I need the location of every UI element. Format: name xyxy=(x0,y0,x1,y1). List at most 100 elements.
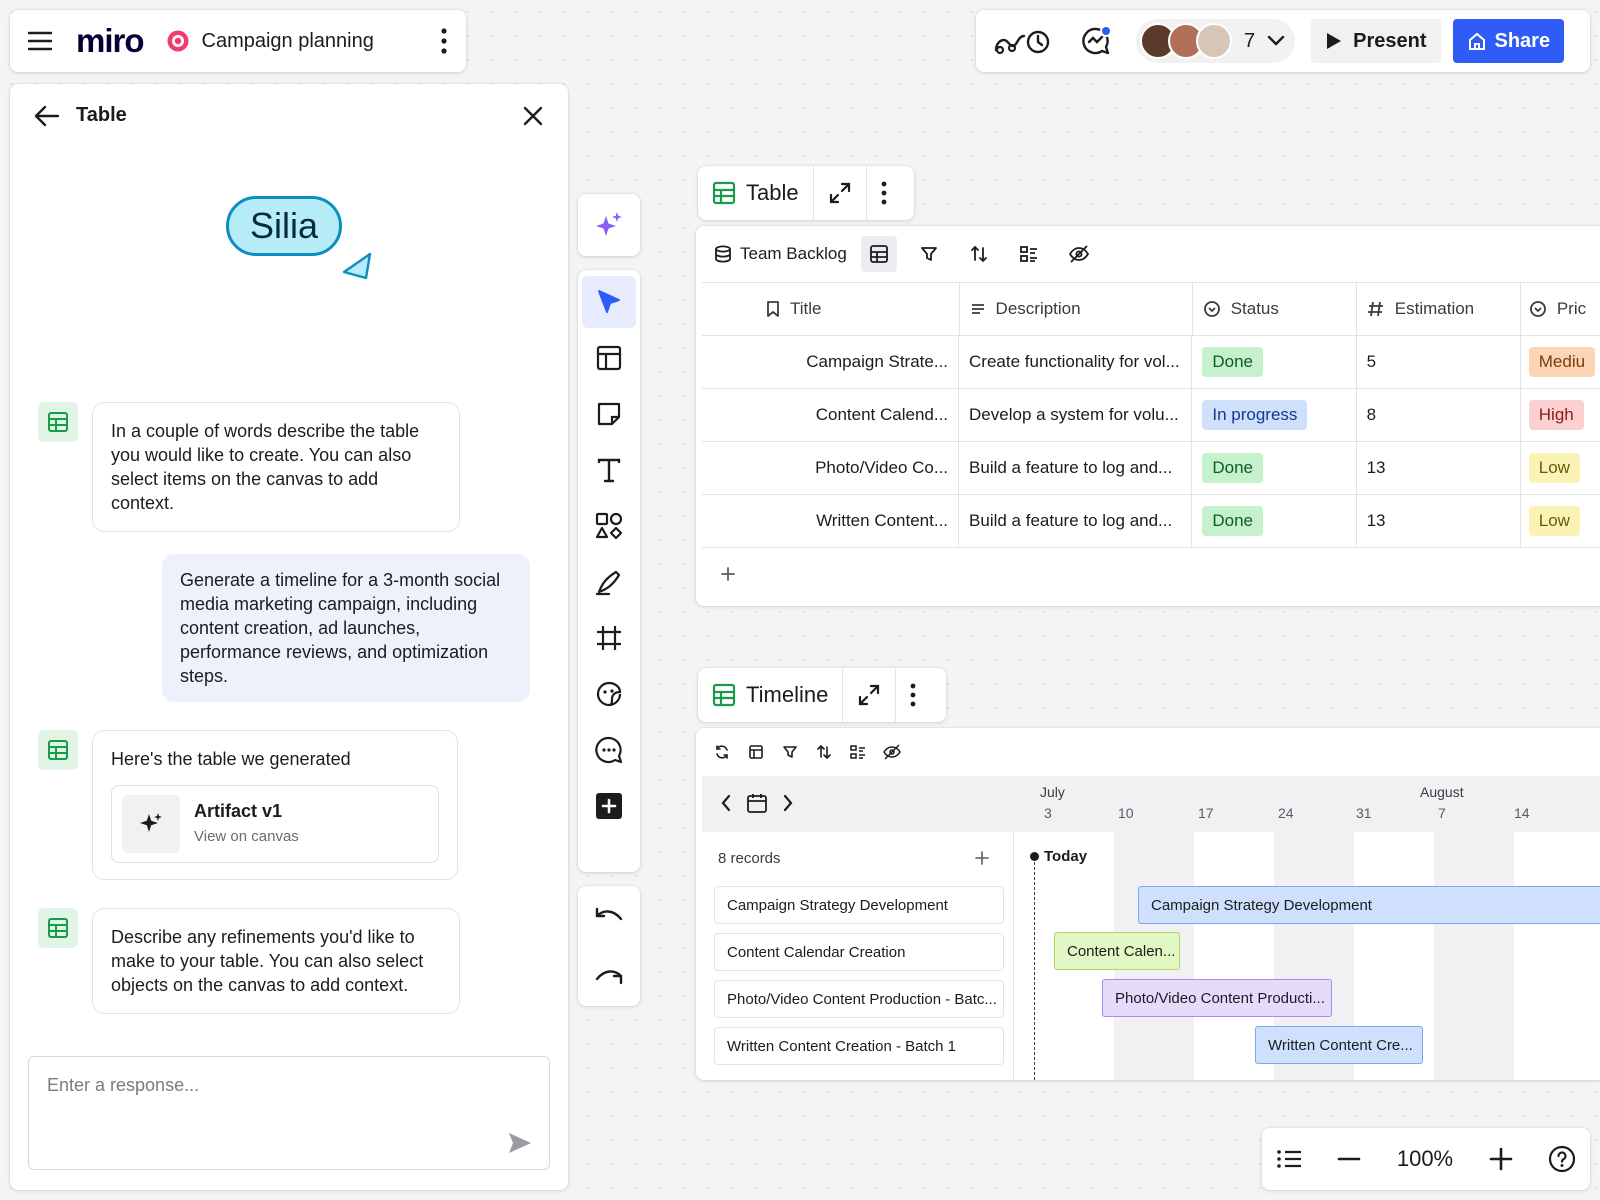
avatar[interactable] xyxy=(1196,23,1232,59)
chevron-right-icon[interactable] xyxy=(782,794,794,812)
cell-description[interactable]: Create functionality for vol... xyxy=(959,336,1193,388)
cell-description[interactable]: Build a feature to log and... xyxy=(959,442,1193,494)
group-icon[interactable] xyxy=(846,740,870,764)
board-name[interactable]: Campaign planning xyxy=(202,30,374,53)
back-arrow-icon[interactable] xyxy=(34,105,60,127)
table-widget-title[interactable]: Table xyxy=(698,166,814,220)
board-more-icon[interactable] xyxy=(440,28,448,54)
cell-estimation[interactable]: 13 xyxy=(1357,495,1521,547)
column-header-estimation[interactable]: Estimation xyxy=(1357,283,1521,335)
cell-status[interactable]: Done xyxy=(1192,495,1357,547)
timeline-bar[interactable]: Written Content Cre... xyxy=(1255,1026,1423,1064)
calendar-icon[interactable] xyxy=(746,792,768,814)
pen-tool[interactable] xyxy=(582,556,636,608)
table-more-icon[interactable] xyxy=(867,166,901,220)
cell-estimation[interactable]: 5 xyxy=(1357,336,1521,388)
cell-estimation[interactable]: 13 xyxy=(1357,442,1521,494)
group-icon[interactable] xyxy=(1011,236,1047,272)
cell-title[interactable]: Content Calend... xyxy=(702,389,960,441)
zoom-out-icon[interactable] xyxy=(1337,1157,1361,1161)
sticky-note-tool[interactable] xyxy=(582,388,636,440)
cell-priority[interactable]: Low xyxy=(1521,442,1600,494)
more-apps-tool[interactable] xyxy=(582,780,636,832)
table-row[interactable]: Content Calend... Develop a system for v… xyxy=(702,389,1600,442)
zoom-level[interactable]: 100% xyxy=(1397,1146,1453,1172)
expand-icon[interactable] xyxy=(843,668,897,722)
record-item[interactable]: Campaign Strategy Development xyxy=(714,886,1004,924)
reactions-icon[interactable] xyxy=(992,26,1052,56)
timeline-widget-title[interactable]: Timeline xyxy=(698,668,844,722)
cell-status[interactable]: In progress xyxy=(1192,389,1357,441)
hide-fields-icon[interactable] xyxy=(880,740,904,764)
collaborator-count: 7 xyxy=(1244,29,1256,52)
chevron-left-icon[interactable] xyxy=(720,794,732,812)
add-row-button[interactable] xyxy=(702,548,1600,600)
refresh-icon[interactable] xyxy=(710,740,734,764)
cell-title[interactable]: Campaign Strate... xyxy=(702,336,960,388)
list-icon[interactable] xyxy=(1276,1148,1302,1170)
frame-tool[interactable] xyxy=(582,612,636,664)
artifact-card[interactable]: Artifact v1 View on canvas xyxy=(111,785,439,863)
cell-description[interactable]: Build a feature to log and... xyxy=(959,495,1193,547)
collaborator-avatars[interactable]: 7 xyxy=(1136,19,1296,63)
help-icon[interactable] xyxy=(1548,1145,1576,1173)
cell-status[interactable]: Done xyxy=(1192,442,1357,494)
record-item[interactable]: Written Content Creation - Batch 1 xyxy=(714,1027,1004,1065)
undo-tool[interactable] xyxy=(582,892,636,944)
column-header-status[interactable]: Status xyxy=(1193,283,1357,335)
cell-title[interactable]: Written Content... xyxy=(702,495,960,547)
main-menu-icon[interactable] xyxy=(28,31,52,51)
status-icon xyxy=(1203,301,1220,317)
zoom-in-icon[interactable] xyxy=(1489,1147,1513,1171)
timeline-bar[interactable]: Campaign Strategy Development xyxy=(1138,886,1600,924)
miro-logo[interactable]: miro xyxy=(76,22,145,60)
stickers-tool[interactable] xyxy=(582,668,636,720)
today-label: Today xyxy=(1044,848,1088,865)
cell-status[interactable]: Done xyxy=(1192,336,1357,388)
timeline-bar[interactable]: Content Calen... xyxy=(1054,932,1180,970)
grid-view-icon[interactable] xyxy=(744,740,768,764)
select-tool[interactable] xyxy=(582,276,636,328)
ai-sparkle-tool[interactable] xyxy=(582,199,636,251)
cell-title[interactable]: Photo/Video Co... xyxy=(702,442,960,494)
status-badge: In progress xyxy=(1202,400,1308,430)
activity-chat-icon[interactable] xyxy=(1080,25,1112,57)
add-record-icon[interactable] xyxy=(974,850,990,866)
chevron-down-icon[interactable] xyxy=(1267,35,1285,47)
text-tool[interactable] xyxy=(582,444,636,496)
sort-icon[interactable] xyxy=(812,740,836,764)
comment-tool[interactable] xyxy=(582,724,636,776)
priority-badge: Low xyxy=(1528,453,1580,483)
artifact-subtitle[interactable]: View on canvas xyxy=(194,825,299,849)
hide-fields-icon[interactable] xyxy=(1061,236,1097,272)
sort-icon[interactable] xyxy=(961,236,997,272)
cell-priority[interactable]: High xyxy=(1521,389,1600,441)
templates-tool[interactable] xyxy=(582,332,636,384)
filter-icon[interactable] xyxy=(911,236,947,272)
column-header-priority[interactable]: Pric xyxy=(1521,283,1600,335)
table-row[interactable]: Photo/Video Co... Build a feature to log… xyxy=(702,442,1600,495)
redo-tool[interactable] xyxy=(582,948,636,1000)
grid-view-icon[interactable] xyxy=(860,236,897,272)
column-header-description[interactable]: Description xyxy=(960,283,1193,335)
expand-icon[interactable] xyxy=(814,166,867,220)
data-source[interactable]: Team Backlog xyxy=(714,244,847,264)
present-button[interactable]: Present xyxy=(1311,19,1441,63)
shapes-tool[interactable] xyxy=(582,500,636,552)
cell-estimation[interactable]: 8 xyxy=(1357,389,1521,441)
table-row[interactable]: Campaign Strate... Create functionality … xyxy=(702,336,1600,389)
timeline-more-icon[interactable] xyxy=(896,668,930,722)
close-icon[interactable] xyxy=(522,105,544,127)
cell-description[interactable]: Develop a system for volu... xyxy=(959,389,1193,441)
timeline-bar[interactable]: Photo/Video Content Producti... xyxy=(1102,979,1332,1017)
response-input[interactable] xyxy=(47,1075,487,1096)
column-header-title[interactable]: Title xyxy=(702,283,960,335)
cell-priority[interactable]: Low xyxy=(1521,495,1600,547)
cell-priority[interactable]: Mediu xyxy=(1521,336,1600,388)
record-item[interactable]: Content Calendar Creation xyxy=(714,933,1004,971)
send-icon[interactable] xyxy=(507,1131,533,1155)
record-item[interactable]: Photo/Video Content Production - Batc... xyxy=(714,980,1004,1018)
table-row[interactable]: Written Content... Build a feature to lo… xyxy=(702,495,1600,548)
filter-icon[interactable] xyxy=(778,740,802,764)
share-button[interactable]: Share xyxy=(1452,19,1565,63)
